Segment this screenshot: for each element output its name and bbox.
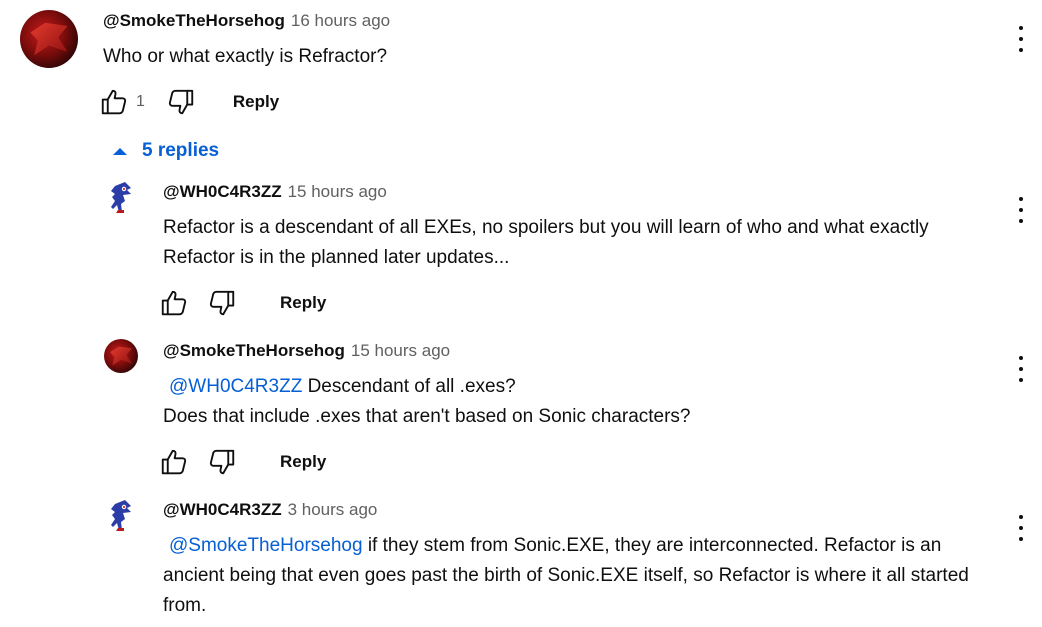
avatar[interactable] bbox=[109, 498, 135, 532]
reply-button[interactable]: Reply bbox=[280, 452, 326, 472]
more-options-icon[interactable] bbox=[1016, 197, 1026, 223]
more-options-icon[interactable] bbox=[1016, 515, 1026, 541]
reply-button[interactable]: Reply bbox=[280, 293, 326, 313]
more-options-icon[interactable] bbox=[1016, 356, 1026, 382]
comment-header: @WH0C4R3ZZ 15 hours ago bbox=[163, 182, 387, 202]
comment-text: Who or what exactly is Refractor? bbox=[103, 42, 963, 72]
more-options-icon[interactable] bbox=[1016, 26, 1026, 52]
avatar[interactable] bbox=[104, 339, 138, 373]
mention-link[interactable]: @SmokeTheHorsehog bbox=[169, 535, 363, 556]
like-icon[interactable] bbox=[98, 86, 130, 118]
avatar[interactable] bbox=[109, 180, 135, 214]
reply-button[interactable]: Reply bbox=[233, 92, 279, 112]
author-name[interactable]: @WH0C4R3ZZ bbox=[163, 500, 282, 520]
comment-header: @SmokeTheHorsehog 15 hours ago bbox=[163, 341, 450, 361]
author-name[interactable]: @SmokeTheHorsehog bbox=[163, 341, 345, 361]
comment-body: Who or what exactly is Refractor? bbox=[103, 46, 388, 67]
comment-actions: 1 Reply bbox=[98, 86, 279, 118]
caret-up-icon bbox=[113, 148, 127, 155]
comment-actions: Reply bbox=[158, 446, 326, 478]
dislike-icon[interactable] bbox=[206, 446, 238, 478]
comment-text: Refactor is a descendant of all EXEs, no… bbox=[163, 213, 963, 273]
comment-header: @SmokeTheHorsehog 16 hours ago bbox=[103, 11, 390, 31]
timestamp[interactable]: 15 hours ago bbox=[351, 341, 450, 361]
replies-toggle-button[interactable]: 5 replies bbox=[112, 140, 219, 162]
dislike-icon[interactable] bbox=[206, 287, 238, 319]
comment-text: @SmokeTheHorsehog if they stem from Soni… bbox=[163, 531, 1003, 621]
like-icon[interactable] bbox=[158, 446, 190, 478]
dislike-icon[interactable] bbox=[165, 86, 197, 118]
like-count: 1 bbox=[136, 93, 145, 110]
replies-count-label: 5 replies bbox=[142, 140, 220, 161]
timestamp[interactable]: 16 hours ago bbox=[291, 11, 390, 31]
mention-link[interactable]: @WH0C4R3ZZ bbox=[169, 376, 302, 397]
comment-body: Refactor is a descendant of all EXEs, no… bbox=[163, 217, 929, 268]
like-icon[interactable] bbox=[158, 287, 190, 319]
timestamp[interactable]: 15 hours ago bbox=[288, 182, 387, 202]
comment-text: @WH0C4R3ZZ Descendant of all .exes? Does… bbox=[163, 372, 963, 432]
author-name[interactable]: @WH0C4R3ZZ bbox=[163, 182, 282, 202]
comment-header: @WH0C4R3ZZ 3 hours ago bbox=[163, 500, 377, 520]
timestamp[interactable]: 3 hours ago bbox=[288, 500, 378, 520]
avatar[interactable] bbox=[20, 10, 78, 68]
author-name[interactable]: @SmokeTheHorsehog bbox=[103, 11, 285, 31]
comment-actions: Reply bbox=[158, 287, 326, 319]
